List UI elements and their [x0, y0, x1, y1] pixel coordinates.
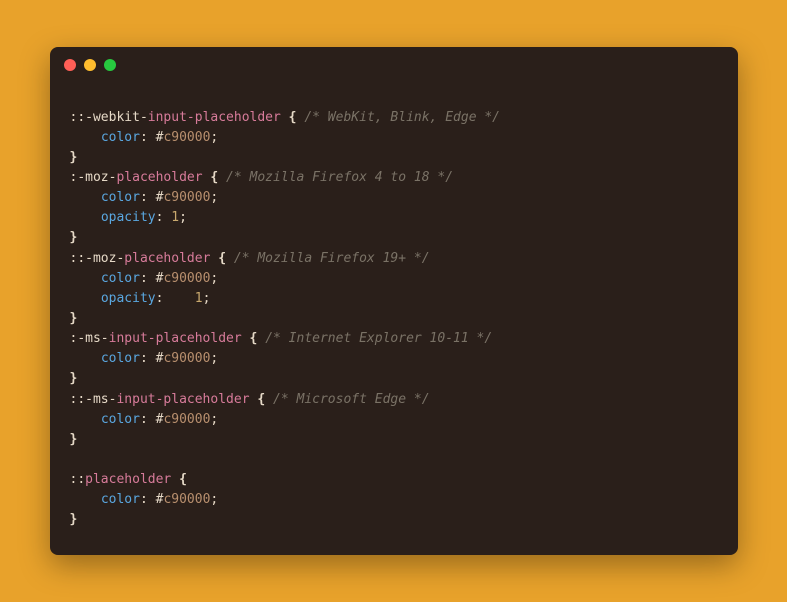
- minimize-icon[interactable]: [84, 59, 96, 71]
- maximize-icon[interactable]: [104, 59, 116, 71]
- code-block: ::-webkit-input-placeholder { /* WebKit,…: [50, 77, 738, 554]
- code-window: ::-webkit-input-placeholder { /* WebKit,…: [50, 47, 738, 554]
- window-titlebar: [50, 47, 738, 77]
- close-icon[interactable]: [64, 59, 76, 71]
